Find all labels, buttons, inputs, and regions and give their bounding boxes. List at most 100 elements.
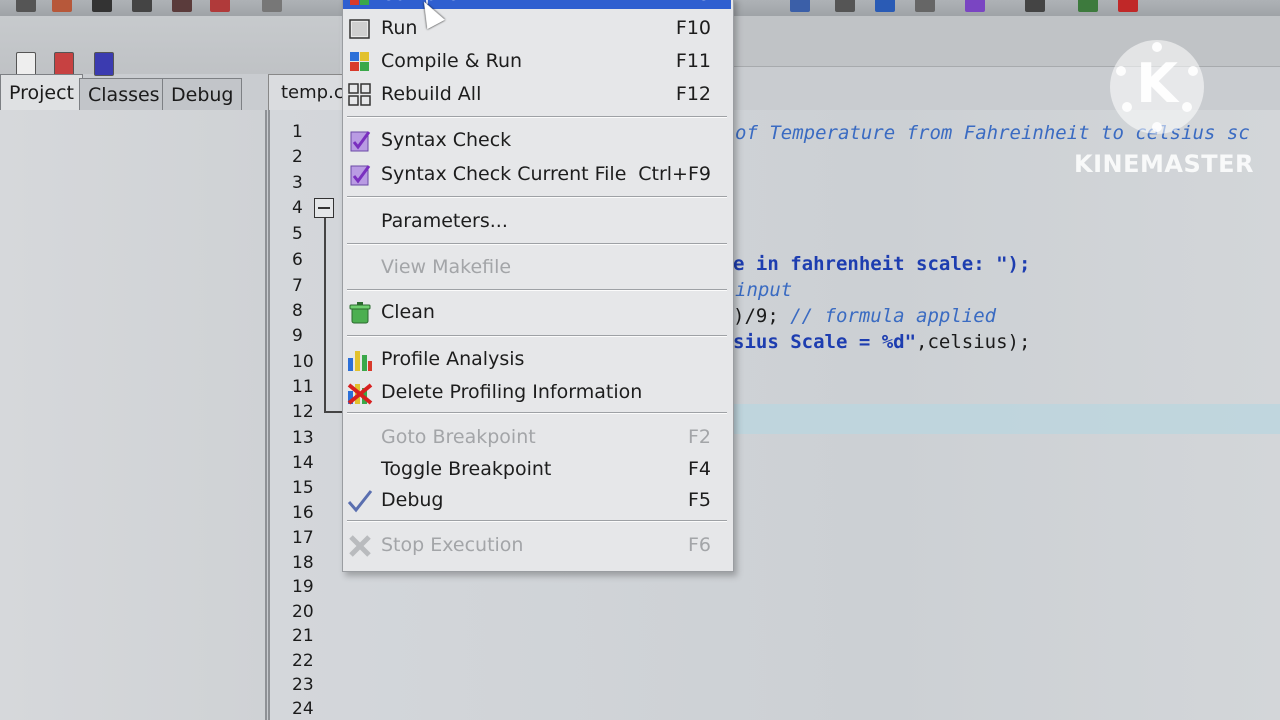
stop-icon xyxy=(347,534,373,558)
line-number: 10 xyxy=(292,352,314,372)
toolbar-button[interactable] xyxy=(52,0,72,12)
toolbar-button[interactable] xyxy=(835,0,855,12)
syntax-check-icon xyxy=(347,129,373,153)
menu-item-profile-analysis[interactable]: Profile Analysis xyxy=(343,344,731,374)
toolbar-button[interactable] xyxy=(92,0,112,12)
toolbar-button[interactable] xyxy=(262,0,282,12)
code-printf: sius Scale = %d",celsius); xyxy=(733,331,1030,353)
menu-item-label: Debug xyxy=(381,489,444,511)
compile-icon xyxy=(347,0,373,9)
menu-item-syntax-check-current-file[interactable]: Syntax Check Current File Ctrl+F9 xyxy=(343,159,731,189)
toolbar-button[interactable] xyxy=(965,0,985,12)
line-number: 8 xyxy=(292,301,303,321)
delete-chart-icon xyxy=(347,381,373,405)
toolbar-button[interactable] xyxy=(172,0,192,12)
toolbar-button[interactable] xyxy=(132,0,152,12)
line-number: 9 xyxy=(292,326,303,346)
tab-debug[interactable]: Debug xyxy=(162,78,243,112)
menu-item-label: Profile Analysis xyxy=(381,348,525,370)
menu-item-stop-execution: Stop Execution F6 xyxy=(343,530,731,560)
kinemaster-logo: K xyxy=(1110,40,1204,134)
menu-item-syntax-check[interactable]: Syntax Check xyxy=(343,125,731,155)
menu-separator xyxy=(347,196,727,198)
execute-menu: CompileF9 Run F10 Compile & Run F11 Rebuild A… xyxy=(342,0,734,572)
line-number: 11 xyxy=(292,377,314,397)
current-line-highlight xyxy=(732,404,1280,434)
trash-icon xyxy=(347,301,373,325)
menu-separator xyxy=(347,335,727,337)
menu-item-label: Clean xyxy=(381,301,435,323)
code-comment: input xyxy=(735,279,793,301)
line-number: 7 xyxy=(292,276,303,296)
menu-item-shortcut: F2 xyxy=(687,426,711,448)
menu-item-view-makefile: View Makefile xyxy=(343,252,731,282)
line-number: 18 xyxy=(292,553,314,573)
menu-item-shortcut: Ctrl+F9 xyxy=(638,163,711,185)
line-number: 24 xyxy=(292,699,314,719)
menu-item-toggle-breakpoint[interactable]: Toggle Breakpoint F4 xyxy=(343,454,731,484)
menu-separator xyxy=(347,116,727,118)
toolbar-button[interactable] xyxy=(210,0,230,12)
kinemaster-watermark: KINEMASTER xyxy=(1074,150,1254,178)
syntax-check-file-icon xyxy=(347,163,373,187)
toolbar-button[interactable] xyxy=(790,0,810,12)
line-number: 22 xyxy=(292,651,314,671)
toolbar-button[interactable] xyxy=(915,0,935,12)
menu-item-label: Run xyxy=(381,17,418,39)
line-number: 2 xyxy=(292,147,303,167)
line-number: 20 xyxy=(292,602,314,622)
toolbar-button[interactable] xyxy=(1078,0,1098,12)
line-number: 5 xyxy=(292,224,303,244)
code-formula: )/9; // formula applied xyxy=(733,305,996,327)
line-number: 16 xyxy=(292,503,314,523)
toolbar-button[interactable] xyxy=(875,0,895,12)
line-number: 13 xyxy=(292,428,314,448)
line-number: 12 xyxy=(292,402,314,422)
menu-item-shortcut: F4 xyxy=(687,458,711,480)
menu-item-label: Parameters... xyxy=(381,210,508,232)
menu-item-label: Toggle Breakpoint xyxy=(381,458,552,480)
menu-item-label: Rebuild All xyxy=(381,83,482,105)
menu-item-parameters[interactable]: Parameters... xyxy=(343,206,731,236)
line-number: 3 xyxy=(292,173,303,193)
run-icon xyxy=(347,17,373,41)
check-icon xyxy=(347,489,373,513)
menu-item-shortcut: F11 xyxy=(675,50,711,72)
line-number: 14 xyxy=(292,453,314,473)
left-panel-tabs: Project Classes Debug xyxy=(0,74,265,112)
line-number: 21 xyxy=(292,626,314,646)
tab-classes[interactable]: Classes xyxy=(79,78,169,112)
toolbar-button[interactable] xyxy=(94,52,114,76)
code-comment: // formula applied xyxy=(790,305,997,327)
menu-item-run[interactable]: Run F10 xyxy=(343,13,731,43)
compile-run-icon xyxy=(347,50,373,74)
menu-separator xyxy=(347,289,727,291)
menu-separator xyxy=(347,412,727,414)
toolbar-button[interactable] xyxy=(1118,0,1138,12)
menu-item-shortcut: F9 xyxy=(688,0,711,7)
menu-item-label: Syntax Check xyxy=(381,129,512,151)
tab-project[interactable]: Project xyxy=(0,74,84,111)
line-number: 19 xyxy=(292,577,314,597)
toolbar-button[interactable] xyxy=(1025,0,1045,12)
menu-item-delete-profiling-information[interactable]: Delete Profiling Information xyxy=(343,377,731,407)
toolbar-button[interactable] xyxy=(16,52,36,76)
add-icon[interactable] xyxy=(54,52,74,76)
menu-item-shortcut: F5 xyxy=(687,489,711,511)
menu-item-shortcut: F6 xyxy=(687,534,711,556)
menu-item-clean[interactable]: Clean xyxy=(343,297,731,327)
menu-item-compile[interactable]: CompileF9 xyxy=(343,0,731,9)
code-formula-text: )/9; xyxy=(733,305,779,327)
menu-item-rebuild-all[interactable]: Rebuild All F12 xyxy=(343,79,731,109)
menu-item-debug[interactable]: Debug F5 xyxy=(343,485,731,515)
menu-item-label: Goto Breakpoint xyxy=(381,426,536,448)
secondary-toolbar xyxy=(0,16,340,76)
toolbar-button[interactable] xyxy=(16,0,36,12)
code-string: sius Scale = %d" xyxy=(733,331,917,353)
menu-item-label: Syntax Check Current File xyxy=(381,163,627,185)
menu-item-label: Delete Profiling Information xyxy=(381,381,643,403)
project-browser-panel xyxy=(0,110,267,720)
rebuild-icon xyxy=(347,83,373,107)
line-number: 1 xyxy=(292,122,303,142)
menu-item-compile-and-run[interactable]: Compile & Run F11 xyxy=(343,46,731,76)
